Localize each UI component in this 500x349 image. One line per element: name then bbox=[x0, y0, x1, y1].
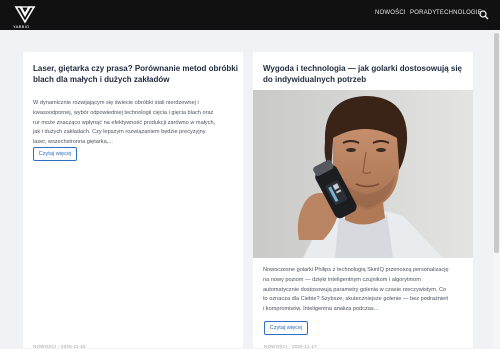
scrollbar-thumb[interactable] bbox=[494, 33, 499, 253]
logo-text: YABBIO bbox=[13, 24, 30, 29]
nav-link-porady[interactable]: PORADY bbox=[410, 10, 437, 16]
excerpt-line: rur może znacząco wpłynąć na efektywność… bbox=[33, 119, 216, 126]
excerpt-line: W dynamicznie rozwijającym się świecie o… bbox=[33, 100, 199, 106]
excerpt-line: jak i dużych zakładach. Czy lepszym rozw… bbox=[33, 129, 206, 136]
nav-link-nowosci[interactable]: NOWOŚCI bbox=[375, 10, 406, 16]
post-card: Laser, giętarka czy prasa? Porównanie me… bbox=[23, 52, 243, 349]
post-meta: NOWOŚCI · 2025-11-17 bbox=[264, 344, 317, 349]
post-title[interactable]: Laser, giętarka czy prasa? Porównanie me… bbox=[33, 63, 238, 85]
post-excerpt: Nowoczesne golarki Philips z technologią… bbox=[263, 266, 449, 315]
nav-link-technologie[interactable]: TECHNOLOGIE bbox=[436, 10, 482, 16]
post-meta: NOWOŚCI · 2025-11-16 bbox=[33, 344, 86, 349]
post-card: Wygoda i technologia — jak golarki dosto… bbox=[253, 52, 473, 349]
excerpt-line: na nowy poziom — dzięki inteligentnym cz… bbox=[263, 276, 421, 283]
excerpt-line: to oznacza dla Ciebie? Szybsze, skuteczn… bbox=[263, 296, 449, 303]
read-more-button[interactable]: Czytaj więcej bbox=[33, 147, 77, 161]
excerpt-line: automatycznie dostosowują parametry gole… bbox=[263, 286, 447, 293]
post-featured-image[interactable] bbox=[253, 90, 473, 258]
read-more-button[interactable]: Czytaj więcej bbox=[264, 321, 308, 335]
post-excerpt: W dynamicznie rozwijającym się świecie o… bbox=[33, 99, 215, 148]
excerpt-line: Nowoczesne golarki Philips z technologią… bbox=[263, 267, 449, 273]
post-title[interactable]: Wygoda i technologia — jak golarki dosto… bbox=[263, 63, 468, 85]
search-icon[interactable] bbox=[479, 10, 489, 20]
site-logo[interactable] bbox=[14, 4, 36, 26]
excerpt-line: i kompromisów. Inteligentna analiza podc… bbox=[263, 306, 379, 313]
excerpt-line: kwasoodpornej, wybór odpowiedniej techno… bbox=[33, 109, 214, 116]
